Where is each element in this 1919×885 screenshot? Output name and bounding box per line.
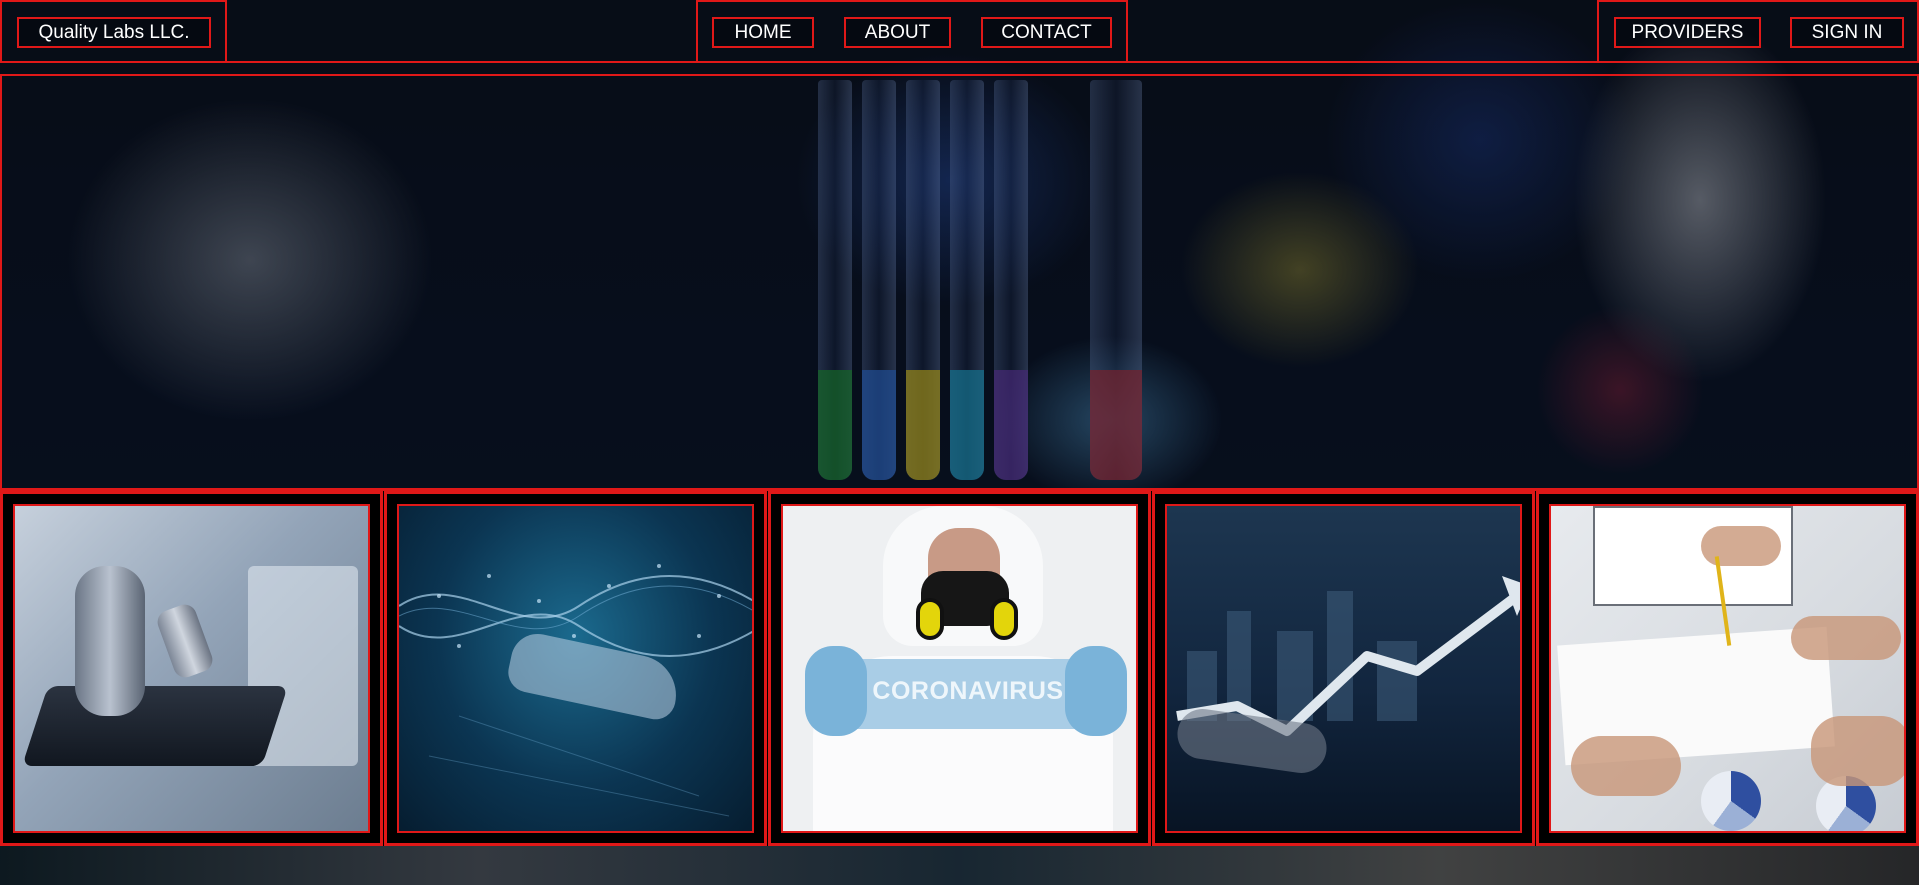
card-coronavirus[interactable]: CORONAVIRUS xyxy=(768,491,1151,846)
footer-background-image xyxy=(0,846,1919,885)
nav-providers-link[interactable]: PROVIDERS xyxy=(1614,17,1761,48)
card-image-frame: CORONAVIRUS xyxy=(781,504,1138,833)
coronavirus-sign: CORONAVIRUS xyxy=(853,659,1083,729)
card-image-frame xyxy=(1549,504,1906,833)
card-microscope[interactable] xyxy=(0,491,383,846)
card-image-frame xyxy=(13,504,370,833)
nav-divider xyxy=(0,61,1919,63)
brand-logo-button[interactable]: Quality Labs LLC. xyxy=(17,17,211,48)
nav-sign-in-link[interactable]: SIGN IN xyxy=(1790,17,1904,48)
charts-paperwork-image xyxy=(1551,506,1904,831)
card-image-frame xyxy=(397,504,754,833)
card-image-frame xyxy=(1165,504,1522,833)
coronavirus-sign-text: CORONAVIRUS xyxy=(872,677,1064,705)
card-dna[interactable] xyxy=(384,491,767,846)
nav-contact-link[interactable]: CONTACT xyxy=(981,17,1112,48)
nav-home-link[interactable]: HOME xyxy=(712,17,814,48)
growth-arrow-image xyxy=(1167,506,1520,831)
microscope-image xyxy=(15,506,368,831)
hero-banner xyxy=(0,74,1919,491)
dna-hand-image xyxy=(399,506,752,831)
nav-about-link[interactable]: ABOUT xyxy=(844,17,951,48)
card-growth[interactable] xyxy=(1152,491,1535,846)
coronavirus-image: CORONAVIRUS xyxy=(783,506,1136,831)
card-paperwork[interactable] xyxy=(1536,491,1919,846)
